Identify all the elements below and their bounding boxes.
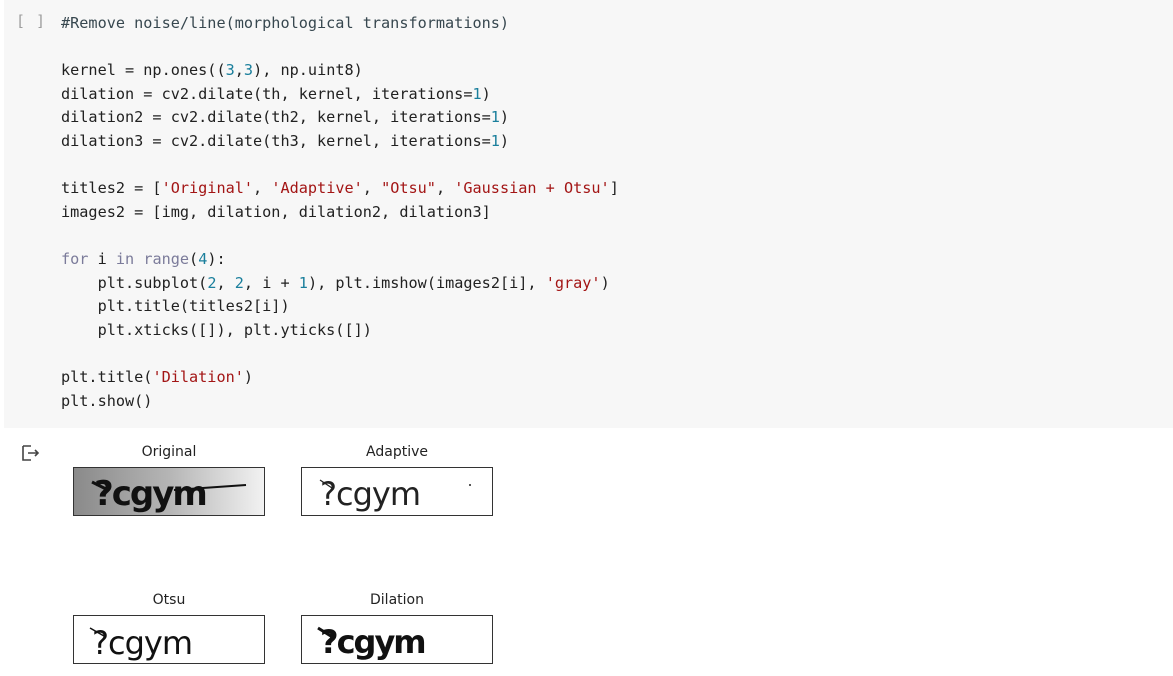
code-token: ): [207, 249, 226, 268]
code-token: ) [481, 84, 491, 103]
code-editor[interactable]: #Remove noise/line(morphological transfo… [61, 12, 619, 413]
captcha-text: ?cgym [320, 623, 425, 661]
code-token: ) [243, 367, 254, 386]
code-token: 4 [198, 249, 208, 268]
captcha-dilation-image: ?cgym [301, 615, 493, 664]
code-token: ) [600, 273, 610, 292]
code-line[interactable]: plt.show() [61, 390, 619, 414]
code-token: plt.title( [61, 367, 153, 386]
code-token: ), np.uint8) [253, 61, 363, 80]
code-token: , [362, 179, 382, 198]
code-token: 'gray' [545, 273, 601, 292]
code-token: dilation3 = cv2.dilate(th3, kernel, iter… [61, 131, 491, 150]
code-token: in [115, 249, 135, 268]
code-token: ) [499, 131, 510, 150]
captcha-text: ?cgym [92, 624, 192, 662]
code-token: 1 [472, 84, 482, 103]
captcha-otsu-image: ?cgym [73, 615, 265, 664]
code-line[interactable]: titles2 = ['Original', 'Adaptive', "Otsu… [61, 177, 619, 201]
code-token: 1 [298, 273, 308, 292]
code-token: ) [499, 108, 510, 127]
code-token: dilation = cv2.dilate(th, kernel, iterat… [61, 84, 473, 103]
code-line[interactable]: dilation2 = cv2.dilate(th2, kernel, iter… [61, 106, 619, 130]
code-token: plt.show() [61, 391, 153, 410]
code-cell[interactable]: [ ] #Remove noise/line(morphological tra… [4, 0, 1173, 428]
code-token: 1 [490, 131, 500, 150]
code-token: plt.title(titles2[i]) [61, 297, 290, 316]
code-token: ), plt.imshow(images2[i], [307, 273, 546, 292]
captcha-text: ?cgym [320, 475, 420, 513]
subplot-title: Otsu [152, 592, 186, 608]
code-line[interactable]: images2 = [img, dilation, dilation2, dil… [61, 201, 619, 225]
code-token: "Otsu" [381, 179, 436, 198]
subplot-title: Dilation [370, 592, 424, 608]
code-token: , [234, 61, 244, 80]
code-token: range [143, 249, 190, 268]
code-line[interactable]: kernel = np.ones((3,3), np.uint8) [61, 59, 619, 83]
code-token: ] [609, 179, 619, 198]
code-token: for [61, 249, 89, 268]
code-token: 'Dilation' [152, 367, 244, 386]
code-line[interactable]: for i in range(4): [61, 248, 619, 272]
code-token: i [88, 249, 116, 268]
code-token: dilation2 = cv2.dilate(th2, kernel, iter… [61, 108, 491, 127]
run-cell-button[interactable]: [ ] [16, 12, 46, 30]
subplot-title: Original [141, 444, 197, 460]
cell-output: Original ?cgym Adaptive ?cgym Otsu ?cgym… [0, 430, 1173, 676]
code-line[interactable] [61, 154, 619, 178]
code-line[interactable] [61, 224, 619, 248]
captcha-text: ?cgym [94, 474, 206, 514]
code-line[interactable]: dilation3 = cv2.dilate(th3, kernel, iter… [61, 130, 619, 154]
code-line[interactable]: plt.subplot(2, 2, i + 1), plt.imshow(ima… [61, 272, 619, 296]
code-line[interactable] [61, 36, 619, 60]
code-token: 'Adaptive' [271, 179, 363, 198]
code-line[interactable]: plt.title('Dilation') [61, 366, 619, 390]
code-line[interactable]: dilation = cv2.dilate(th, kernel, iterat… [61, 83, 619, 107]
code-token: images2 = [img, dilation, dilation2, dil… [61, 202, 491, 221]
code-token: 3 [243, 61, 254, 80]
code-token: , [435, 179, 455, 198]
code-token: 3 [225, 61, 235, 80]
code-token: plt.subplot( [61, 273, 208, 292]
code-token: , [216, 273, 235, 292]
code-token: ( [189, 249, 199, 268]
code-line[interactable]: #Remove noise/line(morphological transfo… [61, 12, 619, 36]
code-token: 'Gaussian + Otsu' [454, 179, 610, 198]
captcha-adaptive-image: ?cgym [301, 467, 493, 516]
code-line[interactable] [61, 342, 619, 366]
code-token: #Remove noise/line(morphological transfo… [61, 14, 510, 32]
code-token: plt.xticks([]), plt.yticks([]) [61, 320, 372, 339]
code-token: kernel = np.ones(( [61, 61, 226, 80]
code-token: 1 [490, 108, 500, 127]
subplot-title: Adaptive [366, 444, 428, 460]
code-line[interactable]: plt.title(titles2[i]) [61, 295, 619, 319]
code-token: , i + [243, 273, 299, 292]
captcha-original-image: ?cgym [73, 467, 265, 516]
code-line[interactable]: plt.xticks([]), plt.yticks([]) [61, 319, 619, 343]
code-token: 2 [234, 273, 244, 292]
code-token: , [253, 179, 272, 198]
code-token: 'Original' [161, 179, 254, 198]
code-token: titles2 = [ [61, 179, 162, 198]
